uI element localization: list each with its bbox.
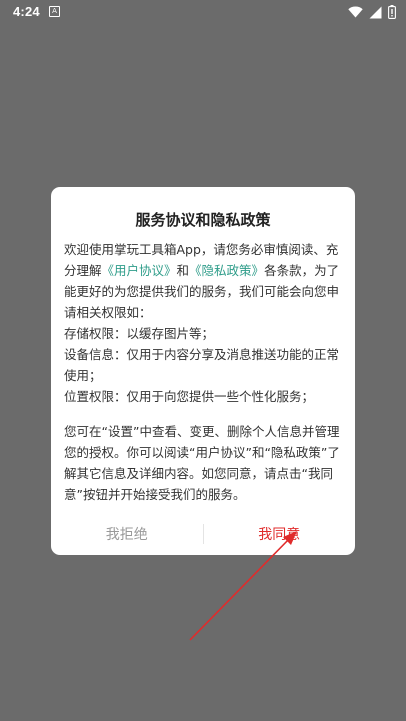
battery-icon (388, 5, 396, 19)
location-permission-text: 位置权限：仅用于向您提供一些个性化服务； (64, 389, 315, 404)
dialog-title: 服务协议和隐私政策 (135, 211, 271, 229)
wifi-icon (348, 6, 363, 18)
notice-text: 您可在“设置”中查看、变更、删除个人信息并管理您的授权。你可以阅读“用户协议”和… (64, 424, 340, 502)
status-time: 4:24 (13, 4, 40, 19)
reject-button[interactable]: 我拒绝 (51, 524, 203, 544)
agree-button[interactable]: 我同意 (204, 524, 356, 544)
dialog-body: 欢迎使用掌玩工具箱App，请您务必审慎阅读、充分理解《用户协议》和《隐私政策》各… (64, 239, 344, 505)
system-icons (348, 4, 396, 20)
signal-icon (369, 6, 382, 18)
dialog-actions: 我拒绝 我同意 (51, 519, 355, 549)
intro-paragraph: 欢迎使用掌玩工具箱App，请您务必审慎阅读、充分理解《用户协议》和《隐私政策》各… (64, 239, 344, 323)
user-agreement-link[interactable]: 《用户协议》 (102, 263, 177, 278)
status-bar: 4:24 A (0, 0, 406, 24)
storage-permission-text: 存储权限：以缓存图片等； (64, 326, 215, 341)
privacy-policy-link[interactable]: 《隐私政策》 (189, 263, 264, 278)
device-info-text: 设备信息：仅用于内容分享及消息推送功能的正常使用； (64, 347, 340, 383)
privacy-dialog: 服务协议和隐私政策 欢迎使用掌玩工具箱App，请您务必审慎阅读、充分理解《用户协… (51, 187, 355, 555)
notification-icon: A (49, 6, 60, 17)
and-text: 和 (176, 263, 190, 278)
